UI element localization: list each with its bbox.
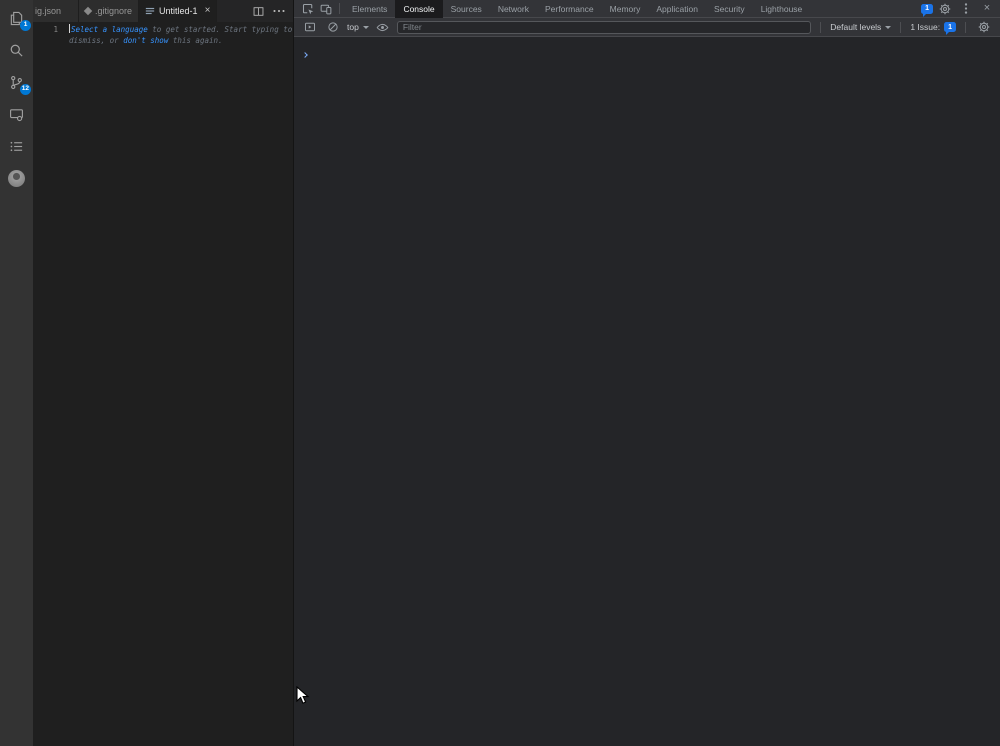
activity-item-source-control[interactable]: 12 <box>0 66 33 98</box>
console-sidebar-toggle[interactable] <box>301 19 319 35</box>
clear-console-icon <box>328 22 338 32</box>
select-language-link[interactable]: Select a language <box>71 25 148 34</box>
devtools-menu-button[interactable] <box>957 1 975 17</box>
devtools-close-button[interactable]: × <box>978 1 996 17</box>
device-toolbar-button[interactable] <box>317 1 335 17</box>
issue-count-badge: 1 <box>944 22 956 35</box>
divider <box>820 21 822 33</box>
issues-button[interactable]: 1 Issue: 1 <box>910 22 956 35</box>
screen: 1 12 ig.json .gitignore Untitled-1 × 1 S… <box>0 0 1000 746</box>
chevron-down-icon <box>362 25 369 29</box>
hint-text: this again. <box>168 36 223 45</box>
tab-console[interactable]: Console <box>395 0 443 18</box>
tab-security[interactable]: Security <box>706 0 753 18</box>
chevron-down-icon <box>885 25 892 29</box>
vscode-window: 1 12 ig.json .gitignore Untitled-1 × 1 S… <box>0 0 293 746</box>
levels-label: Default levels <box>830 22 882 32</box>
tab-memory[interactable]: Memory <box>602 0 649 18</box>
editor-line-2: dismiss, or don't show this again. <box>33 35 293 46</box>
tab-label: ig.json <box>35 6 62 16</box>
search-icon <box>10 44 23 57</box>
eye-icon <box>376 23 389 31</box>
gear-icon <box>978 21 990 33</box>
hint-text: dismiss, or <box>69 36 124 45</box>
account-avatar <box>8 169 25 187</box>
tab-untitled-1[interactable]: Untitled-1 × <box>139 0 218 22</box>
gear-icon <box>939 3 951 14</box>
line-number-empty <box>33 35 58 46</box>
editor[interactable]: 1 Select a language to get started. Star… <box>33 22 293 46</box>
editor-group: ig.json .gitignore Untitled-1 × 1 Select… <box>33 0 293 746</box>
console-sidebar-icon <box>305 22 315 32</box>
devtools-tab-bar: Elements Console Sources Network Perform… <box>294 0 1000 18</box>
dont-show-link[interactable]: don't show <box>123 36 168 45</box>
tab-lighthouse[interactable]: Lighthouse <box>753 0 811 18</box>
activity-item-explorer[interactable]: 1 <box>0 2 33 34</box>
editor-line-1: 1 Select a language to get started. Star… <box>33 24 293 35</box>
editor-hint-line-1: Select a language to get started. Start … <box>69 24 292 35</box>
clear-console-button[interactable] <box>324 19 342 35</box>
console-filter-input[interactable] <box>396 20 812 34</box>
devtools-settings-button[interactable] <box>936 1 954 17</box>
line-number: 1 <box>53 25 58 34</box>
tab-elements[interactable]: Elements <box>344 0 395 18</box>
device-toolbar-icon <box>320 4 332 14</box>
console-prompt-icon <box>302 52 308 58</box>
divider <box>900 21 902 33</box>
list-icon <box>10 141 23 151</box>
text-file-icon <box>145 7 155 15</box>
explorer-badge: 1 <box>20 20 31 31</box>
js-context-selector[interactable]: top <box>347 22 369 32</box>
text-caret <box>69 24 70 33</box>
editor-tab-bar: ig.json .gitignore Untitled-1 × <box>33 0 293 22</box>
inspect-element-button[interactable] <box>299 1 317 17</box>
kebab-menu-icon <box>964 3 968 14</box>
close-icon: × <box>983 2 991 14</box>
activity-bar: 1 12 <box>0 0 33 746</box>
tab-network[interactable]: Network <box>490 0 537 18</box>
tab-performance[interactable]: Performance <box>537 0 602 18</box>
divider <box>339 3 340 14</box>
issues-label: 1 Issue: <box>910 22 941 32</box>
console-output[interactable] <box>294 38 1000 746</box>
split-editor-icon[interactable] <box>253 6 264 17</box>
inspect-icon <box>302 3 314 14</box>
console-prompt-row[interactable] <box>294 38 1000 62</box>
more-actions-icon[interactable] <box>273 9 285 13</box>
source-control-badge: 12 <box>19 84 31 95</box>
divider <box>965 21 966 33</box>
live-expression-button[interactable] <box>374 19 392 35</box>
activity-item-remote-explorer[interactable] <box>0 98 33 130</box>
tab-sources[interactable]: Sources <box>443 0 490 18</box>
devtools-panel: Elements Console Sources Network Perform… <box>293 0 1000 746</box>
activity-item-account[interactable] <box>0 162 33 194</box>
tab-application[interactable]: Application <box>648 0 706 18</box>
mouse-cursor <box>296 686 310 704</box>
editor-hint-line-2: dismiss, or don't show this again. <box>69 35 223 46</box>
log-levels-dropdown[interactable]: Default levels <box>830 22 892 32</box>
tab-ig-json[interactable]: ig.json <box>33 0 79 22</box>
context-label: top <box>347 22 359 32</box>
monitor-icon <box>10 108 23 121</box>
console-settings-button[interactable] <box>975 19 993 35</box>
activity-item-search[interactable] <box>0 34 33 66</box>
tab-label: .gitignore <box>95 6 133 16</box>
devtools-header-actions: 1 × <box>921 1 1000 17</box>
tab-label: Untitled-1 <box>159 6 198 16</box>
tab-gitignore[interactable]: .gitignore <box>79 0 140 22</box>
git-file-icon <box>83 6 93 16</box>
console-toolbar: top Default levels 1 Issue: 1 <box>294 18 1000 37</box>
activity-item-list[interactable] <box>0 130 33 162</box>
issues-counter-badge[interactable]: 1 <box>921 3 933 17</box>
close-tab-icon[interactable]: × <box>205 6 211 16</box>
editor-actions <box>245 0 293 22</box>
hint-text: to get started. Start typing to <box>147 25 293 34</box>
